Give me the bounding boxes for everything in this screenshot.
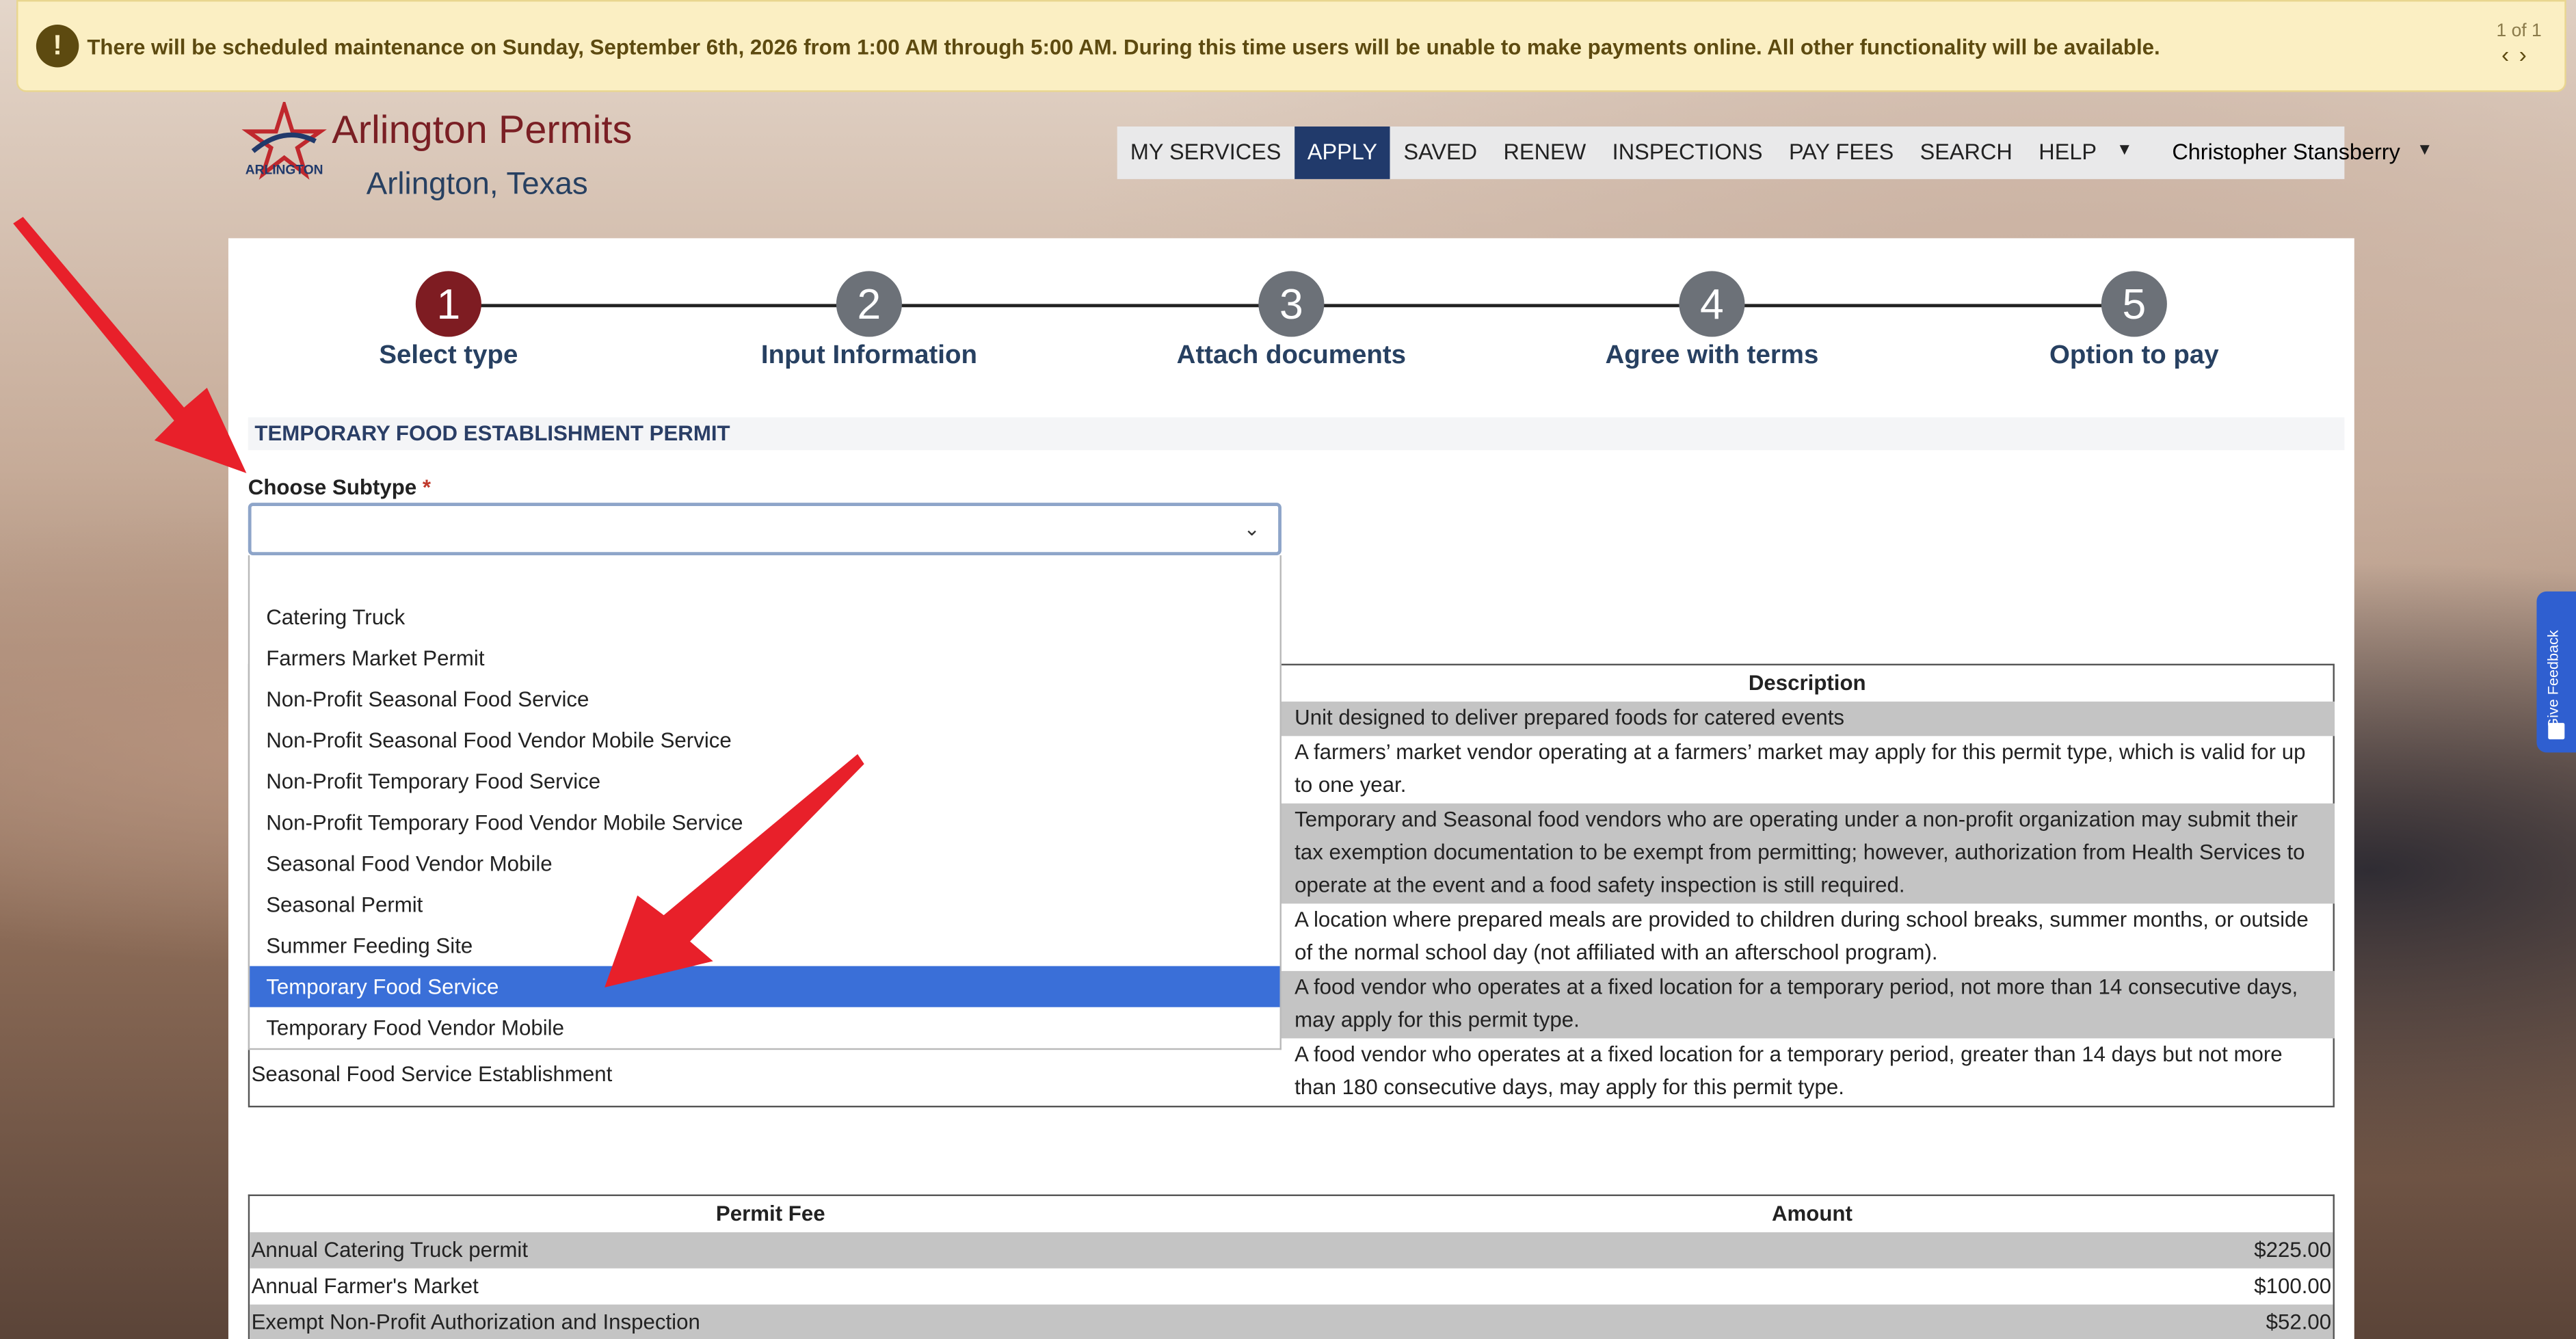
step-label: Input Information — [760, 341, 977, 370]
table-row: Unit designed to deliver prepared foods … — [1281, 701, 2335, 737]
step-agree-with-terms[interactable]: 4 Agree with terms — [1564, 271, 1859, 371]
subtype-select[interactable]: ⌄ — [248, 503, 1282, 556]
nav-help[interactable]: HELP — [2026, 127, 2110, 179]
fee-header-amount: Amount — [1771, 1201, 1853, 1226]
fee-amount: $225.00 — [2254, 1237, 2332, 1262]
fee-name: Annual Farmer's Market — [251, 1273, 479, 1298]
chevron-right-icon[interactable]: › — [2519, 41, 2537, 67]
nav-search[interactable]: SEARCH — [1907, 127, 2026, 179]
table-row: A farmers’ market vendor operating at a … — [1294, 739, 2306, 797]
chevron-down-icon[interactable]: ⌄ — [1244, 518, 1260, 541]
site-title[interactable]: Arlington Permits — [332, 109, 632, 155]
step-option-to-pay[interactable]: 5 Option to pay — [1987, 271, 2282, 371]
step-label: Select type — [379, 341, 518, 370]
table-row: Annual Farmer's Market $100.00 — [250, 1269, 2333, 1305]
logo-text: ARLINGTON — [245, 163, 323, 178]
annotation-arrow-icon — [605, 754, 864, 987]
fee-name: Annual Catering Truck permit — [251, 1237, 529, 1262]
fee-table: Permit Fee Amount Annual Catering Truck … — [248, 1194, 2335, 1339]
step-number: 4 — [1679, 271, 1745, 337]
step-number: 2 — [836, 271, 902, 337]
description-header: Description — [1748, 670, 1866, 695]
application-panel: 1 Select type 2 Input Information 3 Atta… — [228, 238, 2354, 1339]
exclamation-icon: ! — [36, 25, 79, 68]
step-number: 1 — [415, 271, 481, 337]
user-caret-icon[interactable]: ▼ — [2410, 127, 2449, 179]
fee-amount: $52.00 — [2266, 1309, 2332, 1334]
table-row: Annual Catering Truck permit $225.00 — [250, 1232, 2333, 1269]
main-nav: MY SERVICES APPLY SAVED RENEW INSPECTION… — [1117, 126, 2433, 179]
table-row: Exempt Non-Profit Authorization and Insp… — [250, 1304, 2333, 1339]
step-label: Attach documents — [1176, 341, 1407, 370]
fee-name: Exempt Non-Profit Authorization and Insp… — [251, 1309, 700, 1334]
nav-renew[interactable]: RENEW — [1490, 127, 1599, 179]
fee-amount: $100.00 — [2254, 1273, 2332, 1298]
feedback-icon — [2548, 723, 2565, 740]
pager-count: 1 of 1 — [2496, 21, 2542, 42]
user-menu[interactable]: Christopher Stansberry — [2149, 127, 2411, 179]
banner-message: There will be scheduled maintenance on S… — [87, 34, 2160, 59]
step-number: 3 — [1258, 271, 1325, 337]
nav-saved[interactable]: SAVED — [1390, 127, 1490, 179]
maintenance-banner: ! There will be scheduled maintenance on… — [16, 0, 2566, 92]
chevron-left-icon[interactable]: ‹ — [2501, 41, 2519, 67]
step-label: Option to pay — [2049, 341, 2219, 370]
step-number: 5 — [2101, 271, 2167, 337]
nav-pay-fees[interactable]: PAY FEES — [1776, 127, 1907, 179]
annotation-arrow-icon — [13, 217, 247, 473]
nav-inspections[interactable]: INSPECTIONS — [1599, 127, 1775, 179]
step-input-information[interactable]: 2 Input Information — [721, 271, 1017, 371]
required-mark: * — [422, 475, 431, 500]
help-caret-icon[interactable]: ▼ — [2110, 127, 2149, 179]
table-row: A food vendor who operates at a fixed lo… — [1294, 1042, 2283, 1100]
step-select-type[interactable]: 1 Select type — [301, 271, 596, 371]
dropdown-option[interactable]: Farmers Market Permit — [250, 637, 1279, 678]
feedback-label: Give Feedback — [2545, 630, 2562, 730]
step-label: Agree with terms — [1605, 341, 1819, 370]
table-cell: Seasonal Food Service Establishment — [251, 1061, 613, 1087]
table-row: A food vendor who operates at a fixed lo… — [1281, 970, 2335, 1039]
banner-pager: 1 of 1 ‹› — [2497, 21, 2542, 67]
progress-steps: 1 Select type 2 Input Information 3 Atta… — [228, 238, 2354, 402]
site-city: Arlington, Texas — [366, 168, 588, 202]
section-title: TEMPORARY FOOD ESTABLISHMENT PERMIT — [248, 417, 2345, 451]
dropdown-option[interactable]: Temporary Food Vendor Mobile — [250, 1007, 1279, 1048]
dropdown-option[interactable]: Catering Truck — [250, 596, 1279, 637]
subtype-label-text: Choose Subtype — [248, 475, 417, 500]
table-row: Temporary and Seasonal food vendors who … — [1281, 803, 2335, 904]
subtype-label: Choose Subtype * — [248, 475, 431, 499]
table-row: A location where prepared meals are prov… — [1294, 907, 2309, 965]
fee-header-name: Permit Fee — [715, 1201, 825, 1226]
nav-apply[interactable]: APPLY — [1294, 126, 1391, 179]
arlington-logo[interactable]: ARLINGTON — [237, 101, 332, 184]
give-feedback-tab[interactable]: Give Feedback — [2536, 591, 2576, 753]
nav-my-services[interactable]: MY SERVICES — [1117, 127, 1294, 179]
dropdown-option[interactable]: Non-Profit Seasonal Food Service — [250, 678, 1279, 719]
step-attach-documents[interactable]: 3 Attach documents — [1143, 271, 1439, 371]
